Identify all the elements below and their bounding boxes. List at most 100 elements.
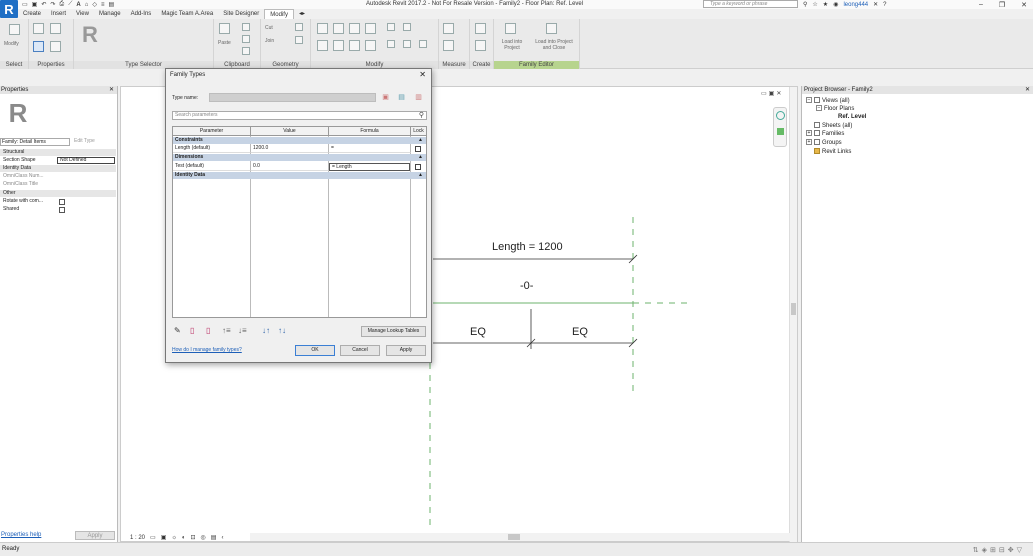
select-by-face-icon[interactable]: ⊟ — [999, 547, 1008, 554]
tree-floor-plans[interactable]: − Floor Plans — [816, 105, 854, 113]
mirror-draw-icon[interactable] — [365, 23, 376, 34]
drag-elements-icon[interactable]: ✥ — [1008, 547, 1017, 554]
select-pinned-icon[interactable]: ⊞ — [990, 547, 999, 554]
rename-type-icon[interactable]: ▤ — [397, 93, 406, 102]
measure-icon[interactable]: ⟋ — [68, 1, 72, 8]
ok-button[interactable]: OK — [295, 345, 335, 356]
revit-app-button[interactable]: R — [0, 0, 18, 18]
align-icon[interactable] — [317, 23, 328, 34]
search-icon[interactable]: ⚲ — [419, 112, 424, 119]
sort-descending-icon[interactable]: ↑↓ — [278, 327, 286, 335]
delete-parameter-icon[interactable]: ▯ — [206, 327, 210, 335]
load-into-project-icon[interactable] — [505, 23, 516, 34]
scale-icon[interactable] — [403, 40, 411, 48]
create-group-icon[interactable] — [475, 40, 486, 51]
offset-icon[interactable] — [333, 23, 344, 34]
move-up-icon[interactable]: ↑≡ — [222, 327, 231, 335]
new-parameter-icon[interactable]: ▯ — [190, 327, 194, 335]
visual-style-icon[interactable]: ▣ — [161, 534, 167, 541]
print-icon[interactable]: ⎙ — [59, 1, 64, 8]
trim-extend-icon[interactable] — [365, 40, 376, 51]
scale-selector[interactable]: 1 : 20 — [130, 535, 145, 541]
create-similar-icon[interactable] — [475, 23, 486, 34]
param-formula-length[interactable]: = — [329, 144, 411, 153]
tree-ref-level[interactable]: Ref. Level — [838, 113, 866, 121]
navigation-bar[interactable] — [773, 107, 787, 147]
manage-family-types-help-link[interactable]: How do I manage family types? — [172, 347, 242, 353]
family-types-icon[interactable] — [50, 23, 61, 34]
select-underlay-icon[interactable]: ◈ — [982, 547, 990, 554]
expand-icon[interactable]: + — [806, 130, 812, 137]
horizontal-scrollbar[interactable] — [250, 533, 790, 541]
dim-text-zero[interactable]: -0- — [520, 280, 533, 292]
view-window-controls[interactable]: ▭▣✕ — [761, 90, 783, 97]
expand-icon[interactable]: + — [806, 139, 812, 146]
properties-icon[interactable] — [33, 41, 44, 52]
properties-apply-button[interactable]: Apply — [75, 531, 115, 540]
copy-icon[interactable] — [242, 35, 250, 43]
zoom-icon[interactable] — [777, 128, 784, 135]
copy-element-icon[interactable] — [333, 40, 344, 51]
project-browser-close-icon[interactable]: ✕ — [1025, 86, 1030, 94]
tab-add-ins[interactable]: Add-Ins — [126, 9, 157, 19]
lock-checkbox-test[interactable] — [415, 164, 421, 170]
shadows-icon[interactable]: ◐ — [182, 535, 186, 541]
help-icon[interactable]: ? — [883, 2, 886, 8]
split-icon[interactable] — [387, 23, 395, 31]
array-icon[interactable] — [387, 40, 395, 48]
prop-group-structural[interactable]: Structural — [0, 149, 116, 156]
help-search-input[interactable]: Type a keyword or phrase — [703, 0, 798, 8]
measure-distance-icon[interactable] — [443, 23, 454, 34]
cope-icon[interactable] — [295, 23, 303, 31]
tree-revit-links[interactable]: Revit Links — [814, 148, 851, 156]
param-formula-test-input[interactable]: = Length — [329, 163, 410, 171]
sun-path-icon[interactable]: ☼ — [171, 535, 177, 541]
group-constraints[interactable]: Constraints ▲ — [173, 137, 426, 144]
delete-type-icon[interactable]: ▥ — [414, 93, 423, 102]
tree-sheets[interactable]: Sheets (all) — [814, 122, 852, 130]
family-filter-select[interactable]: Family: Detail Items — [0, 138, 70, 146]
favorites-icon[interactable]: ★ — [823, 1, 828, 8]
collapse-caret-icon[interactable]: ▲ — [418, 137, 423, 144]
load-into-project-label[interactable]: Load into Project — [496, 39, 528, 51]
dialog-close-icon[interactable]: ✕ — [419, 71, 426, 79]
prop-group-identity[interactable]: Identity Data — [0, 165, 116, 172]
rotate-checkbox[interactable] — [59, 199, 65, 205]
undo-icon[interactable]: ↶ — [41, 1, 46, 8]
col-header-value[interactable]: Value — [251, 127, 329, 136]
collapse-caret-icon[interactable]: ▲ — [418, 172, 423, 179]
param-value-test[interactable]: 0.0 — [251, 162, 329, 171]
group-dimensions[interactable]: Dimensions ▲ — [173, 154, 426, 161]
minimize-icon[interactable]: – — [979, 1, 983, 8]
temporary-hide-icon[interactable]: ◎ — [201, 534, 206, 541]
subscription-icon[interactable]: ☆ — [812, 1, 817, 8]
tree-families[interactable]: + Families — [806, 130, 844, 138]
cut-button-label[interactable]: Cut — [265, 25, 273, 31]
properties-close-icon[interactable]: ✕ — [109, 86, 117, 94]
prop-row-section-shape[interactable]: Section Shape Not Defined — [0, 157, 116, 164]
param-value-length[interactable]: 1200.0 — [251, 144, 329, 153]
move-icon[interactable] — [317, 40, 328, 51]
maximize-icon[interactable]: ❐ — [999, 1, 1005, 9]
section-icon[interactable]: ◇ — [92, 1, 97, 8]
vertical-scrollbar[interactable] — [789, 87, 797, 543]
edit-type-button[interactable]: Edit Type — [74, 138, 95, 144]
delete-icon[interactable] — [419, 40, 427, 48]
col-header-formula[interactable]: Formula — [329, 127, 411, 136]
move-down-icon[interactable]: ↓≡ — [238, 327, 247, 335]
type-properties-icon[interactable] — [33, 23, 44, 34]
split-face-icon[interactable] — [295, 36, 303, 44]
panel-select-label[interactable]: Select — [0, 61, 28, 69]
search-parameters-input[interactable]: Search parameters ⚲ — [172, 111, 427, 120]
type-name-select[interactable] — [209, 93, 376, 102]
param-name-test[interactable]: Test (default) — [173, 162, 251, 171]
col-header-parameter[interactable]: Parameter — [173, 127, 251, 136]
prop-row-omniclass-title[interactable]: OmniClass Title — [0, 181, 116, 188]
dim-text-length[interactable]: Length = 1200 — [492, 241, 563, 253]
section-shape-value[interactable]: Not Defined — [57, 157, 115, 164]
3d-view-icon[interactable]: ⌂ — [85, 2, 89, 8]
group-identity-data[interactable]: Identity Data ▲ — [173, 172, 426, 179]
match-type-icon[interactable] — [242, 47, 250, 55]
sort-ascending-icon[interactable]: ↓↑ — [262, 327, 270, 335]
manage-lookup-tables-button[interactable]: Manage Lookup Tables — [361, 326, 426, 337]
